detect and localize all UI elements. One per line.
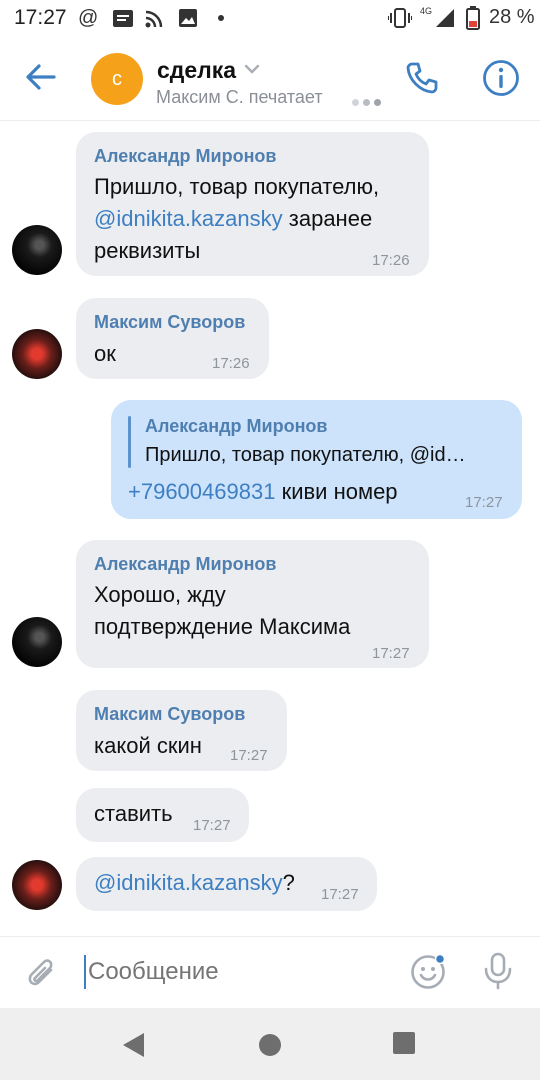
message-text: @idnikita.kazansky?: [94, 867, 295, 899]
back-arrow-icon[interactable]: [24, 60, 58, 94]
info-icon[interactable]: [482, 59, 520, 97]
message-sender[interactable]: Александр Миронов: [94, 554, 277, 575]
user-avatar[interactable]: [12, 617, 62, 667]
mention-link[interactable]: @idnikita.kazansky: [94, 206, 283, 231]
message-sender[interactable]: Максим Суворов: [94, 312, 245, 333]
composer-divider: [0, 936, 540, 937]
message-text: +79600469831 киви номер: [128, 476, 398, 508]
message-sender[interactable]: Максим Суворов: [94, 704, 245, 725]
chat-title[interactable]: сделка: [157, 57, 236, 84]
message-text: ставить: [94, 801, 173, 826]
user-avatar[interactable]: [12, 329, 62, 379]
microphone-icon[interactable]: [482, 952, 514, 990]
rss-icon: [145, 10, 163, 28]
battery-icon: [466, 6, 480, 30]
user-avatar[interactable]: [12, 225, 62, 275]
message-text-part: киви номер: [281, 479, 398, 504]
chat-avatar[interactable]: с: [91, 53, 143, 105]
nav-recents-icon[interactable]: [393, 1032, 415, 1054]
mention-link[interactable]: @idnikita.kazansky: [94, 870, 283, 895]
image-icon: [179, 9, 197, 27]
user-avatar[interactable]: [12, 860, 62, 910]
typing-dots-icon: [352, 93, 385, 111]
battery-percent: 28 %: [489, 6, 535, 28]
header-divider: [0, 120, 540, 121]
phone-call-icon[interactable]: [404, 60, 440, 96]
vibrate-icon: [388, 8, 412, 28]
signal-icon: [436, 9, 454, 27]
chat-typing-status: Максим С. печатает: [156, 87, 323, 107]
message-text: подтверждение Максима: [94, 614, 351, 639]
at-icon: @: [78, 7, 99, 29]
message-text: какой скин: [94, 733, 202, 758]
message-text-part: заранее: [288, 206, 373, 231]
dot-icon: [218, 15, 224, 21]
text-cursor: [84, 955, 86, 989]
message-text: Пришло, товар покупателю,: [94, 174, 380, 199]
message-time: 17:27: [465, 494, 503, 511]
message-text-part: ?: [282, 870, 295, 895]
nav-back-icon[interactable]: [120, 1031, 148, 1059]
message-icon: [113, 10, 133, 27]
message-text: реквизиты: [94, 238, 201, 263]
4g-icon: 4G: [420, 6, 433, 16]
message-input[interactable]: [88, 958, 388, 986]
reply-preview-text[interactable]: Пришло, товар покупателю, @id…: [145, 444, 466, 467]
message-text: @idnikita.kazansky заранее: [94, 203, 372, 235]
message-time: 17:27: [321, 886, 359, 903]
message-text: Хорошо, жду: [94, 582, 226, 607]
message-time: 17:27: [193, 817, 231, 834]
reply-indicator: [128, 416, 131, 468]
message-time: 17:27: [230, 747, 268, 764]
reply-sender[interactable]: Александр Миронов: [145, 416, 328, 437]
message-text: ок: [94, 341, 116, 366]
nav-home-icon[interactable]: [259, 1034, 281, 1056]
paperclip-icon[interactable]: [24, 954, 60, 990]
message-time: 17:26: [372, 252, 410, 269]
message-sender[interactable]: Александр Миронов: [94, 146, 277, 167]
emoji-icon[interactable]: [410, 954, 446, 990]
chevron-down-icon[interactable]: [244, 61, 260, 77]
message-time: 17:26: [212, 355, 250, 372]
status-time: 17:27: [14, 6, 67, 29]
message-time: 17:27: [372, 645, 410, 662]
phone-link[interactable]: +79600469831: [128, 479, 275, 504]
